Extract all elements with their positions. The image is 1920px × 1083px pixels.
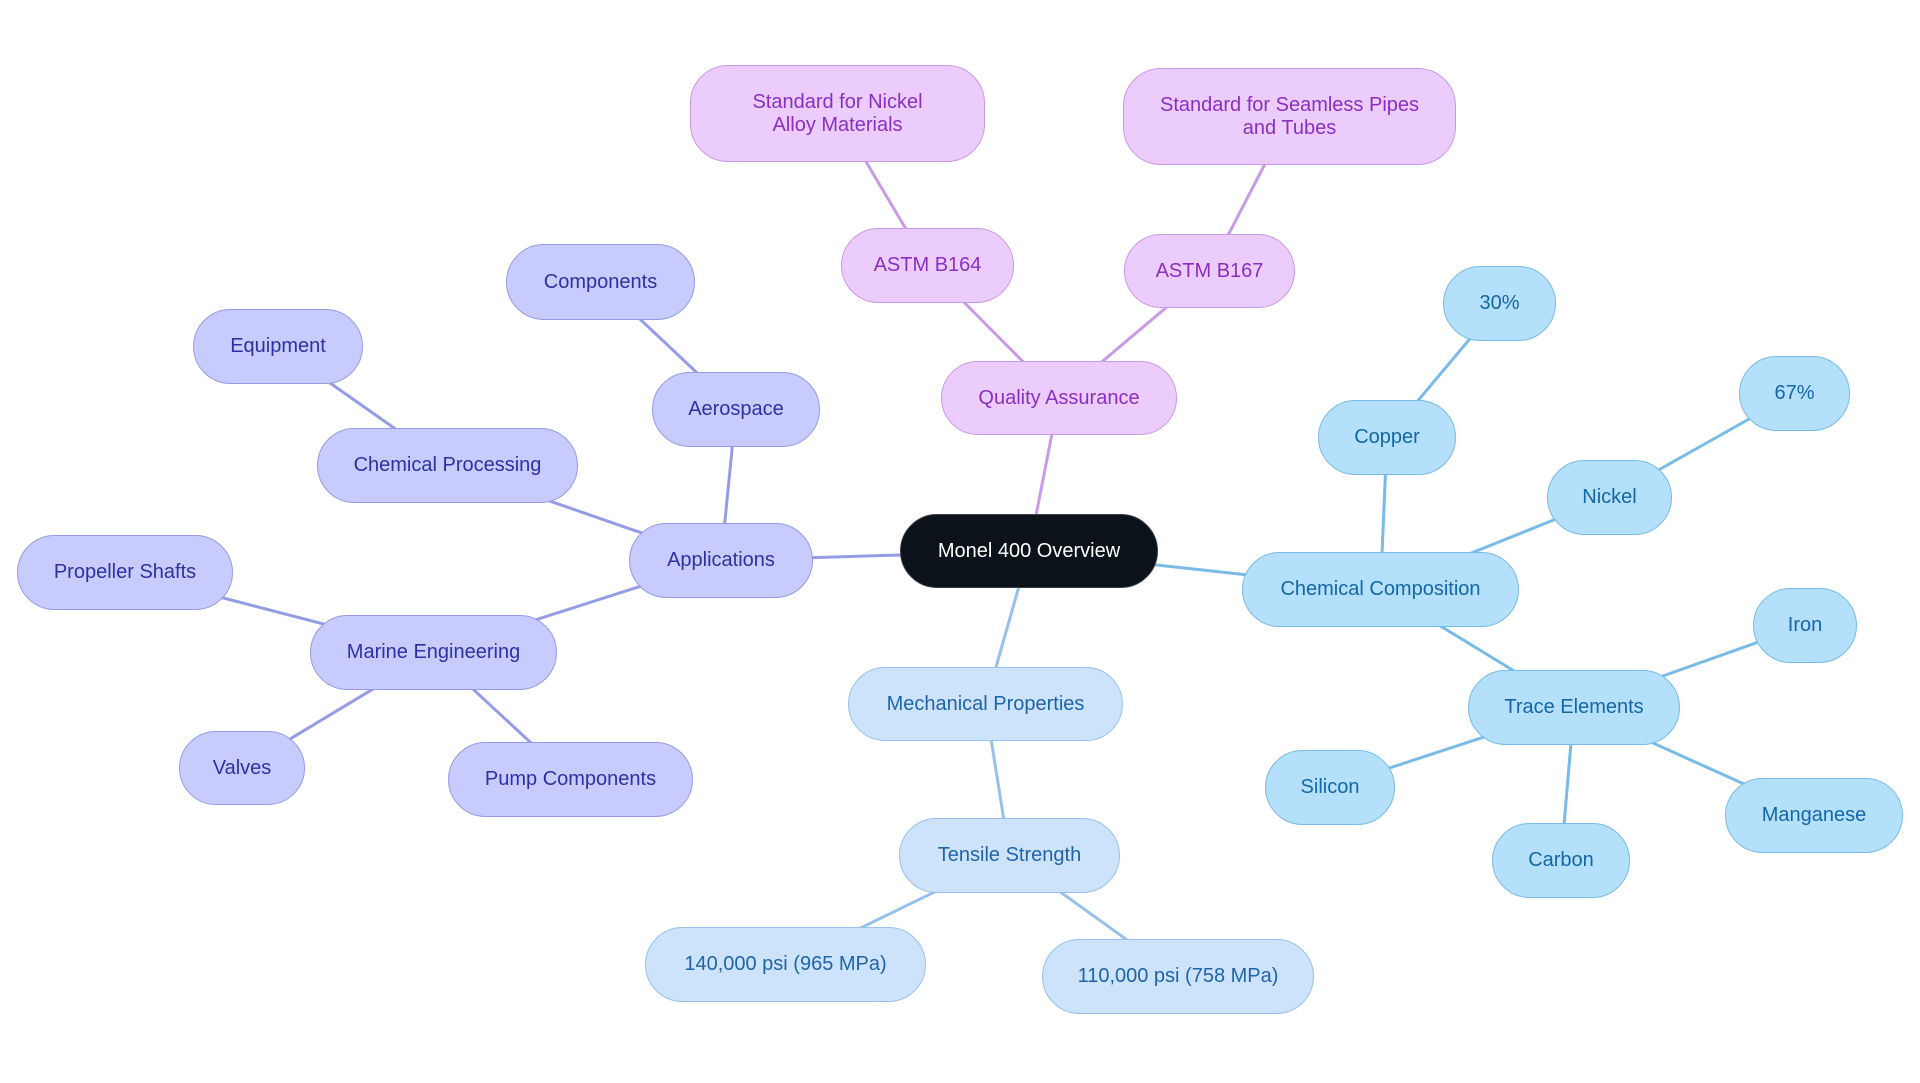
node-standard-seamless-pipes[interactable]: Standard for Seamless Pipes and Tubes — [1123, 68, 1456, 165]
node-manganese[interactable]: Manganese — [1725, 778, 1903, 853]
node-components[interactable]: Components — [506, 244, 695, 320]
node-nickel[interactable]: Nickel — [1547, 460, 1672, 535]
node-pump-components[interactable]: Pump Components — [448, 742, 693, 817]
node-nickel-percentage[interactable]: 67% — [1739, 356, 1850, 431]
node-propeller-shafts[interactable]: Propeller Shafts — [17, 535, 233, 610]
node-marine-engineering[interactable]: Marine Engineering — [310, 615, 557, 690]
node-tensile-140000-psi[interactable]: 140,000 psi (965 MPa) — [645, 927, 926, 1002]
node-mechanical-properties[interactable]: Mechanical Properties — [848, 667, 1123, 741]
node-carbon[interactable]: Carbon — [1492, 823, 1630, 898]
node-tensile-110000-psi[interactable]: 110,000 psi (758 MPa) — [1042, 939, 1314, 1014]
node-chemical-composition[interactable]: Chemical Composition — [1242, 552, 1519, 627]
node-aerospace[interactable]: Aerospace — [652, 372, 820, 447]
node-copper-percentage[interactable]: 30% — [1443, 266, 1556, 341]
node-tensile-strength[interactable]: Tensile Strength — [899, 818, 1120, 893]
node-applications[interactable]: Applications — [629, 523, 813, 598]
node-astm-b167[interactable]: ASTM B167 — [1124, 234, 1295, 308]
node-silicon[interactable]: Silicon — [1265, 750, 1395, 825]
node-astm-b164[interactable]: ASTM B164 — [841, 228, 1014, 303]
node-chemical-processing[interactable]: Chemical Processing — [317, 428, 578, 503]
node-standard-nickel-alloy[interactable]: Standard for Nickel Alloy Materials — [690, 65, 985, 162]
node-valves[interactable]: Valves — [179, 731, 305, 805]
node-trace-elements[interactable]: Trace Elements — [1468, 670, 1680, 745]
node-quality-assurance[interactable]: Quality Assurance — [941, 361, 1177, 435]
node-iron[interactable]: Iron — [1753, 588, 1857, 663]
node-equipment[interactable]: Equipment — [193, 309, 363, 384]
root-node[interactable]: Monel 400 Overview — [900, 514, 1158, 588]
node-copper[interactable]: Copper — [1318, 400, 1456, 475]
